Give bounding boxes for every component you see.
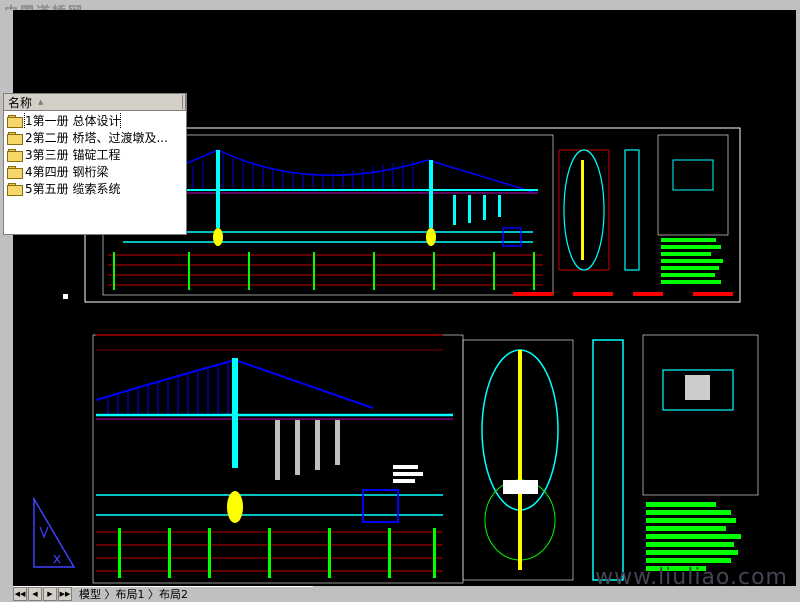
watermark-url: www.liuliao.com	[595, 565, 788, 590]
tower-left-top	[216, 150, 220, 228]
prev-tab-arrow-icon[interactable]: ◀	[28, 587, 42, 601]
name-column-header[interactable]: 名称 ▲	[4, 94, 186, 111]
file-browser-panel: 名称 ▲ 1第一册 总体设计 2第二册 桥塔、过渡墩及... 3第三册 锚碇工程…	[3, 93, 187, 235]
dim-lines-top	[108, 254, 543, 286]
folder-label: 2第二册 桥塔、过渡墩及...	[25, 131, 168, 145]
tower-right-top	[429, 160, 433, 228]
ucs-icon	[33, 497, 76, 568]
folder-item-3[interactable]: 3第三册 锚碇工程	[4, 146, 186, 163]
hangers-bottom	[107, 363, 229, 415]
dim-ticks-bottom	[118, 528, 436, 578]
folder-icon	[7, 165, 23, 179]
anchor-left-top	[213, 228, 223, 246]
folder-label: 5第五册 缆索系统	[25, 182, 121, 196]
tower-bottom	[232, 358, 238, 468]
folder-label: 3第三册 锚碇工程	[25, 148, 121, 162]
folder-icon	[7, 148, 23, 162]
dim-ticks-top	[113, 252, 535, 290]
title-block-top	[513, 292, 733, 296]
folder-item-2[interactable]: 2第二册 桥塔、过渡墩及...	[4, 129, 186, 146]
first-tab-arrow-icon[interactable]: ◀◀	[13, 587, 27, 601]
folder-icon	[7, 131, 23, 145]
sort-ascending-icon: ▲	[38, 98, 44, 106]
column-separator[interactable]	[182, 95, 183, 109]
file-list: 1第一册 总体设计 2第二册 桥塔、过渡墩及... 3第三册 锚碇工程 4第四册…	[4, 111, 186, 197]
notes-top	[661, 238, 723, 284]
anchor-bottom	[227, 491, 243, 523]
folder-icon	[7, 182, 23, 196]
folder-icon	[7, 114, 23, 128]
column-header-label: 名称	[8, 95, 33, 110]
folder-item-4[interactable]: 4第四册 钢桁梁	[4, 163, 186, 180]
layout-tab-bar: ◀◀ ◀ ▶ ▶▶ 模型 〉布局1 〉布局2	[13, 586, 313, 601]
folder-label: 4第四册 钢桁梁	[25, 165, 109, 179]
labels-bottom	[393, 465, 423, 483]
notes-bottom	[646, 502, 741, 571]
folder-label: 1第一册 总体设计	[23, 112, 122, 129]
next-tab-arrow-icon[interactable]: ▶	[43, 587, 57, 601]
piers-bottom	[275, 420, 340, 480]
piers-top	[453, 195, 501, 225]
grip-square[interactable]	[62, 293, 69, 300]
anchor-right-top	[426, 228, 436, 246]
folder-item-1[interactable]: 1第一册 总体设计	[4, 112, 186, 129]
last-tab-arrow-icon[interactable]: ▶▶	[58, 587, 72, 601]
folder-item-5[interactable]: 5第五册 缆索系统	[4, 180, 186, 197]
cad-window: 中国道桥网	[0, 0, 800, 601]
